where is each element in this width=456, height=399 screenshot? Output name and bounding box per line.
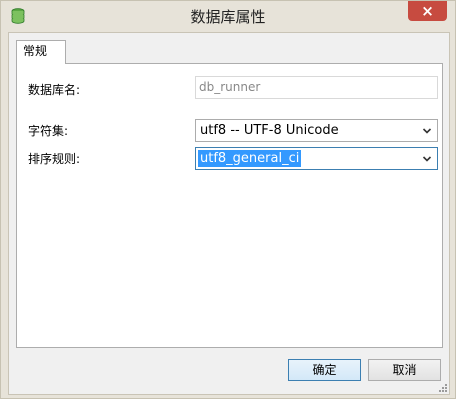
close-button[interactable]: × (408, 1, 447, 21)
tab-general[interactable]: 常规 (16, 40, 66, 64)
dialog-body: 常规 数据库名: db_runner 字符集: utf8 -- UTF-8 Un… (8, 32, 450, 395)
charset-select[interactable]: utf8 -- UTF-8 Unicode (195, 119, 438, 142)
collation-value: utf8_general_ci (196, 149, 303, 168)
tab-panel-general: 数据库名: db_runner 字符集: utf8 -- UTF-8 Unico… (16, 63, 443, 348)
db-name-label: 数据库名: (28, 83, 81, 97)
chevron-down-icon (422, 156, 432, 162)
window-title: 数据库属性 (190, 8, 266, 26)
charset-value: utf8 -- UTF-8 Unicode (200, 123, 339, 138)
close-icon: × (421, 2, 434, 20)
title-bar[interactable]: 数据库属性 × (1, 1, 455, 32)
database-properties-dialog: 数据库属性 × 常规 数据库名: db_runner 字符集: utf8 -- … (0, 0, 456, 399)
chevron-down-icon (422, 128, 432, 134)
db-name-field[interactable]: db_runner (195, 76, 438, 99)
resize-grip-icon[interactable] (438, 383, 448, 393)
collation-select[interactable]: utf8_general_ci (195, 147, 438, 170)
cancel-button[interactable]: 取消 (368, 359, 441, 381)
collation-label: 排序规则: (28, 152, 81, 166)
ok-button[interactable]: 确定 (288, 359, 361, 381)
charset-label: 字符集: (28, 124, 69, 138)
